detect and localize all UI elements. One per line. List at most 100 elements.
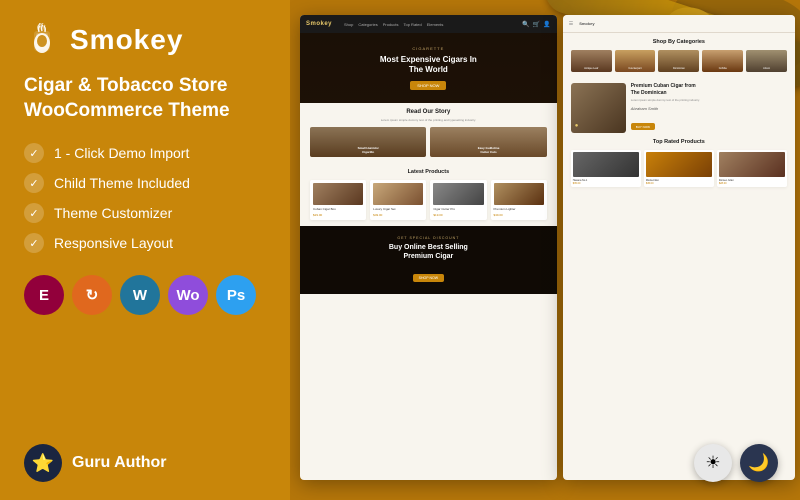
- right-preview-nav: ☰ Smokey: [563, 15, 795, 33]
- feature-customizer: ✓ Theme Customizer: [24, 203, 266, 223]
- guru-row: ⭐ Guru Author: [24, 444, 266, 482]
- story-card-2: Easy Guillotine Cutter Cuts: [430, 127, 546, 157]
- product-img-3: [433, 183, 483, 205]
- guru-star-icon: ⭐: [32, 453, 54, 474]
- nav-link-shop: Shop: [344, 22, 353, 27]
- feature-label-customizer: Theme Customizer: [54, 205, 172, 221]
- feature-child-theme: ✓ Child Theme Included: [24, 173, 266, 193]
- right-panel: Smokey Shop Categories Products Top Rate…: [290, 0, 800, 500]
- guru-badge: ⭐: [24, 444, 62, 482]
- nav-link-products: Products: [383, 22, 399, 27]
- product-grid: Cuban Cigar Box $29.00 Luxury Cigar Set …: [310, 180, 547, 220]
- logo-title: Smokey: [70, 24, 183, 56]
- right-nav-title: Smokey: [579, 21, 594, 26]
- cat-item-2: Counterpart: [615, 50, 656, 72]
- check-icon-customizer: ✓: [24, 203, 44, 223]
- categories-section: Shop By Categories Antique Leaf Counterp…: [563, 33, 795, 83]
- featured-text: Premium Cuban Cigar from The Dominican L…: [631, 83, 787, 133]
- preview-container: Smokey Shop Categories Products Top Rate…: [300, 15, 795, 480]
- hero-btn[interactable]: SHOP NOW: [410, 81, 446, 90]
- preview-nav-links: Shop Categories Products Top Rated Eleme…: [344, 22, 443, 27]
- nav-link-categories: Categories: [358, 22, 377, 27]
- logo-row: Smokey: [24, 22, 266, 58]
- guru-label: Guru Author: [72, 454, 167, 472]
- feature-responsive: ✓ Responsive Layout: [24, 233, 266, 253]
- elementor-icon[interactable]: E: [24, 275, 64, 315]
- wordpress-icon[interactable]: W: [120, 275, 160, 315]
- story-card-1-label: Small Humidor Cigarillo: [358, 146, 379, 154]
- nav-link-elements: Elements: [427, 22, 444, 27]
- customizer-icon[interactable]: ↻: [72, 275, 112, 315]
- top-rated-section: Top Rated Products Havana No.1 $35.00 Mo…: [563, 139, 795, 187]
- product-price-2: $49.00: [373, 213, 423, 217]
- promo-title: Buy Online Best Selling Premium Cigar: [310, 243, 547, 261]
- preview-nav-icons: 🔍 🛒 👤: [522, 21, 550, 28]
- tagline: Cigar & Tobacco Store WooCommerce Theme: [24, 74, 266, 123]
- right-nav-logo: ☰: [569, 21, 573, 27]
- moon-icon: 🌙: [748, 453, 769, 473]
- product-name-4: Premium Lighter: [494, 207, 544, 211]
- product-card-4: Premium Lighter $39.00: [491, 180, 547, 220]
- check-icon-demo: ✓: [24, 143, 44, 163]
- cat-label-4: Cohiba: [719, 67, 727, 70]
- tr-card-2: Montecristo $45.00: [644, 150, 714, 187]
- product-name-2: Luxury Cigar Set: [373, 207, 423, 211]
- product-img-2: [373, 183, 423, 205]
- cat-label-5: Arturo: [763, 67, 770, 70]
- preview-nav-logo: Smokey: [306, 21, 332, 27]
- left-preview-page: Smokey Shop Categories Products Top Rate…: [300, 15, 557, 480]
- story-cards: Small Humidor Cigarillo Easy Guillotine …: [310, 127, 547, 157]
- story-card-2-label: Easy Guillotine Cutter Cuts: [478, 146, 500, 154]
- product-price-1: $29.00: [313, 213, 363, 217]
- preview-nav: Smokey Shop Categories Products Top Rate…: [300, 15, 557, 33]
- dark-mode-btn[interactable]: 🌙: [740, 444, 778, 482]
- promo-btn[interactable]: SHOP NOW: [413, 274, 444, 282]
- products-section: Latest Products Cuban Cigar Box $29.00 L…: [300, 163, 557, 226]
- product-name-1: Cuban Cigar Box: [313, 207, 363, 211]
- photoshop-icon[interactable]: Ps: [216, 275, 256, 315]
- cat-label-1: Antique Leaf: [584, 67, 598, 70]
- cat-item-3: Dominican: [658, 50, 699, 72]
- tr-img-1: [573, 152, 639, 177]
- check-icon-child: ✓: [24, 173, 44, 193]
- featured-img-placeholder: ●: [575, 123, 579, 129]
- feature-label-responsive: Responsive Layout: [54, 235, 173, 251]
- story-desc: Lorem ipsum simple dummy text of the pri…: [310, 118, 547, 122]
- cart-icon: 🛒: [533, 21, 540, 28]
- hero-section: CIGARETTE Most Expensive Cigars In The W…: [300, 33, 557, 103]
- woocommerce-icon[interactable]: Wo: [168, 275, 208, 315]
- top-rated-grid: Havana No.1 $35.00 Montecristo $45.00 Ro…: [571, 150, 787, 187]
- features-list: ✓ 1 - Click Demo Import ✓ Child Theme In…: [24, 143, 266, 253]
- promo-label: GET SPECIAL DISCOUNT: [310, 236, 547, 240]
- feature-label-child: Child Theme Included: [54, 175, 190, 191]
- cat-label-2: Counterpart: [628, 67, 641, 70]
- cat-item-5: Arturo: [746, 50, 787, 72]
- featured-img: ●: [571, 83, 626, 133]
- featured-section: ● Premium Cuban Cigar from The Dominican…: [563, 83, 795, 139]
- top-rated-title: Top Rated Products: [571, 139, 787, 145]
- tr-price-2: $45.00: [646, 182, 712, 185]
- light-mode-btn[interactable]: ☀: [694, 444, 732, 482]
- product-price-3: $19.00: [433, 213, 483, 217]
- tr-card-1: Havana No.1 $35.00: [571, 150, 641, 187]
- product-img-4: [494, 183, 544, 205]
- featured-btn[interactable]: BUY NOW: [631, 123, 655, 130]
- product-card-2: Luxury Cigar Set $49.00: [370, 180, 426, 220]
- product-name-3: Cigar Cutter Pro: [433, 207, 483, 211]
- cat-item-1: Antique Leaf: [571, 50, 612, 72]
- featured-signature: Abraham Smith: [631, 106, 787, 111]
- dark-mode-toggle: ☀ 🌙: [694, 444, 778, 482]
- featured-desc: Lorem ipsum simple dummy text of the pri…: [631, 99, 787, 103]
- product-card-1: Cuban Cigar Box $29.00: [310, 180, 366, 220]
- product-img-1: [313, 183, 363, 205]
- sun-icon: ☀: [705, 453, 720, 473]
- tr-price-1: $35.00: [573, 182, 639, 185]
- product-card-3: Cigar Cutter Pro $19.00: [430, 180, 486, 220]
- products-title: Latest Products: [310, 169, 547, 175]
- story-title: Read Our Story: [310, 109, 547, 115]
- hero-title: Most Expensive Cigars In The World: [380, 55, 477, 76]
- tr-card-3: Romeo Juliet $28.00: [717, 150, 787, 187]
- hero-subtitle: CIGARETTE: [412, 46, 444, 51]
- left-panel: Smokey Cigar & Tobacco Store WooCommerce…: [0, 0, 290, 500]
- story-card-1: Small Humidor Cigarillo: [310, 127, 426, 157]
